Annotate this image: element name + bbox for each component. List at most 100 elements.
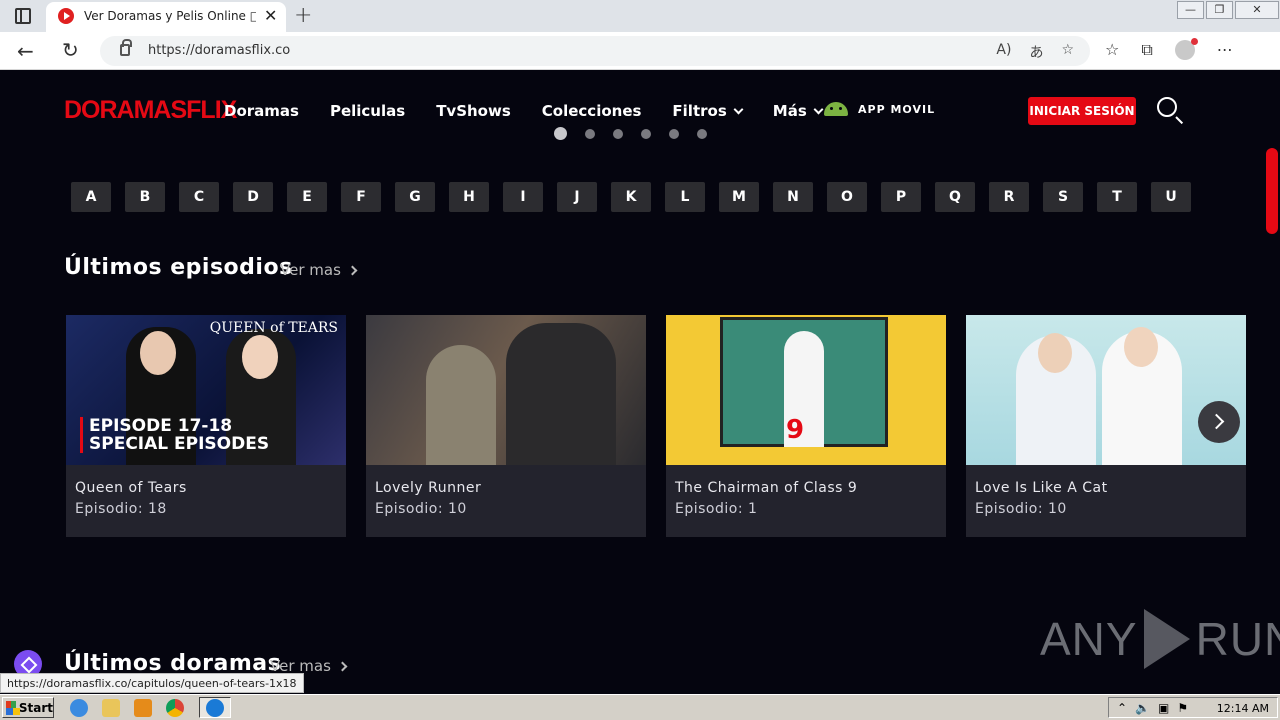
play-logo-icon [1143,609,1190,669]
letter-h[interactable]: H [449,182,489,212]
start-button[interactable]: Start [2,697,54,718]
internet-explorer-icon[interactable] [70,699,88,717]
tab-close-icon[interactable]: ✕ [264,6,277,25]
slider-dot[interactable] [641,128,651,139]
letter-q[interactable]: Q [935,182,975,212]
flag-icon[interactable]: ⚑ [1177,701,1188,715]
nav-filtros[interactable]: Filtros [672,102,744,120]
search-icon[interactable] [1157,97,1177,117]
network-icon[interactable]: ▣ [1158,701,1169,715]
android-icon [824,102,848,116]
web-page: DORAMASFLIX Doramas Peliculas TvShows Co… [0,71,1280,694]
letter-e[interactable]: E [287,182,327,212]
episode-number: Episodio: 18 [75,501,167,517]
episode-number: Episodio: 10 [975,501,1067,517]
reload-icon[interactable]: ↻ [62,38,79,62]
letter-s[interactable]: S [1043,182,1083,212]
profile-avatar-icon[interactable] [1174,38,1198,60]
see-more-episodes-link[interactable]: Ver mas [280,261,358,279]
address-bar[interactable]: https://doramasflix.co A) あ ☆ [100,36,1090,66]
episode-title[interactable]: Love Is Like A Cat [975,480,1108,496]
episode-thumbnail[interactable]: QUEEN of TEARS EPISODE 17-18 SPECIAL EPI… [66,315,346,465]
quick-launch [70,699,184,717]
letter-o[interactable]: O [827,182,867,212]
minimize-button[interactable]: — [1177,1,1204,19]
slider-dot[interactable] [669,128,679,139]
letter-k[interactable]: K [611,182,651,212]
slider-dot[interactable] [697,128,707,139]
letter-l[interactable]: L [665,182,705,212]
back-arrow-icon[interactable]: ← [17,39,34,63]
episode-thumbnail[interactable]: 9 [666,315,946,465]
letter-j[interactable]: J [557,182,597,212]
nav-mas[interactable]: Más [772,102,824,120]
add-favorite-icon[interactable]: ☆ [1061,42,1074,62]
letter-t[interactable]: T [1097,182,1137,212]
page-scrollbar[interactable] [1266,148,1278,234]
episode-card[interactable]: Lovely Runner Episodio: 10 [366,315,646,537]
site-logo[interactable]: DORAMASFLIX [64,96,237,125]
tab-actions-icon[interactable] [15,8,31,24]
nav-label: TvShows [436,102,511,120]
browser-toolbar-icons: ☆ ⧉ ⋯ [1105,38,1233,60]
slider-dot[interactable] [585,128,595,139]
nav-doramas[interactable]: Doramas [224,102,299,120]
episode-title[interactable]: Lovely Runner [375,480,481,496]
slider-dot[interactable] [554,127,567,140]
thumbnail-title-text: QUEEN of TEARS [209,320,338,336]
letter-m[interactable]: M [719,182,759,212]
favorites-icon[interactable]: ☆ [1105,40,1119,60]
nav-colecciones[interactable]: Colecciones [542,102,642,120]
letter-i[interactable]: I [503,182,543,212]
chevron-right-icon [347,265,358,275]
edge-icon [206,699,224,717]
status-bar-url: https://doramasflix.co/capitulos/queen-o… [0,673,304,693]
nav-label: Filtros [672,102,727,120]
translate-icon[interactable]: あ [1029,42,1043,62]
letter-r[interactable]: R [989,182,1029,212]
nav-tvshows[interactable]: TvShows [436,102,511,120]
slider-dot[interactable] [613,128,623,139]
volume-icon[interactable]: 🔈 [1135,701,1150,715]
letter-b[interactable]: B [125,182,165,212]
browser-tab-active[interactable]: Ver Doramas y Pelis Online □ Doramasflix… [46,2,286,32]
letter-c[interactable]: C [179,182,219,212]
letter-u[interactable]: U [1151,182,1191,212]
letter-f[interactable]: F [341,182,381,212]
new-tab-button[interactable]: + [294,3,312,28]
carousel-next-button[interactable] [1198,401,1240,443]
letter-a[interactable]: A [71,182,111,212]
episode-thumbnail[interactable] [966,315,1246,465]
tray-expand-icon[interactable]: ⌃ [1117,701,1127,715]
letter-d[interactable]: D [233,182,273,212]
nav-peliculas[interactable]: Peliculas [330,102,405,120]
taskbar-edge-app[interactable] [199,697,231,718]
system-tray: ⌃ 🔈 ▣ ⚑ 12:14 AM [1108,697,1278,718]
clock: 12:14 AM [1216,702,1269,715]
nav-label: Más [772,102,807,120]
lock-icon[interactable] [120,39,132,56]
nav-label: Peliculas [329,102,406,120]
slider-dots [554,127,707,140]
letter-p[interactable]: P [881,182,921,212]
chrome-icon[interactable] [166,699,184,717]
restore-button[interactable]: ❐ [1206,1,1233,19]
letter-g[interactable]: G [395,182,435,212]
episode-card[interactable]: QUEEN of TEARS EPISODE 17-18 SPECIAL EPI… [66,315,346,537]
app-movil-link[interactable]: APP MOVIL [824,102,935,116]
collections-icon[interactable]: ⧉ [1141,40,1152,60]
close-window-button[interactable]: ✕ [1235,1,1279,19]
url-text[interactable]: https://doramasflix.co [148,43,290,58]
letter-n[interactable]: N [773,182,813,212]
read-aloud-icon[interactable]: A) [996,42,1011,62]
episode-number: Episodio: 1 [675,501,758,517]
media-player-icon[interactable] [134,699,152,717]
episode-thumbnail[interactable] [366,315,646,465]
login-button[interactable]: INICIAR SESIÓN [1028,97,1136,125]
episode-title[interactable]: The Chairman of Class 9 [675,480,857,496]
see-more-label: Ver mas [280,261,341,279]
more-options-icon[interactable]: ⋯ [1217,40,1233,60]
folder-icon[interactable] [102,699,120,717]
episode-title[interactable]: Queen of Tears [75,480,187,496]
episode-card[interactable]: 9 The Chairman of Class 9 Episodio: 1 [666,315,946,537]
